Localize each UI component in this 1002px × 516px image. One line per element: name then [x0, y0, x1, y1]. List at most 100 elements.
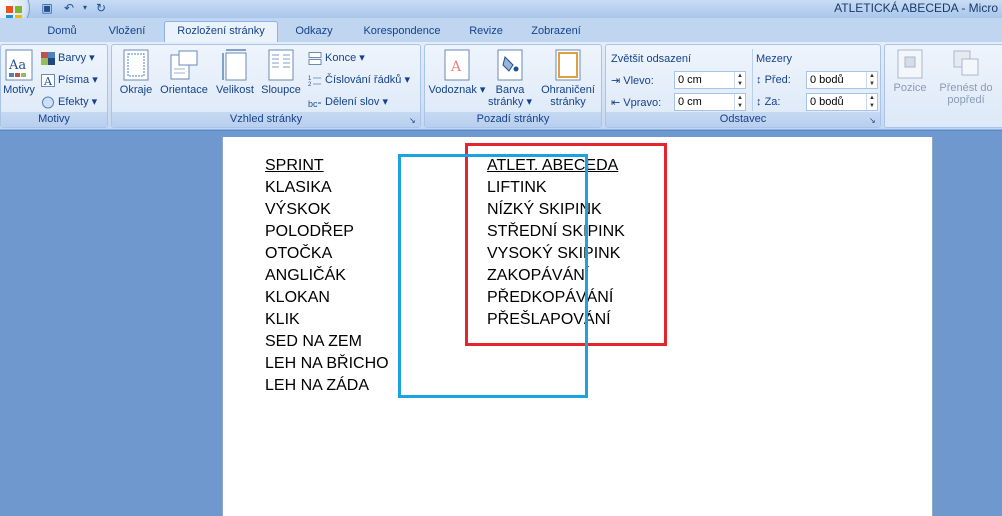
list-item: LEH NA ZÁDA	[265, 377, 370, 394]
line-numbers-button[interactable]: 1 2 Číslování řádků ▾	[308, 73, 410, 87]
spacing-after-icon: ↕	[756, 96, 762, 108]
page-color-button[interactable]: Barva stránky ▾	[485, 49, 535, 108]
spacing-before-spinner-icon[interactable]: ▲ ▼	[866, 72, 877, 88]
page-borders-button[interactable]: Ohraničení stránky	[535, 49, 601, 108]
size-icon	[222, 49, 247, 81]
page-setup-launcher-icon[interactable]: ↘	[409, 116, 418, 125]
list-item: SED NA ZEM	[265, 333, 362, 350]
ribbon-tabs: Domů Vložení Rozložení stránky Odkazy Ko…	[0, 18, 1002, 43]
list-item: ANGLIČÁK	[265, 267, 346, 284]
spacing-heading: Mezery	[756, 53, 793, 65]
paragraph-launcher-icon[interactable]: ↘	[869, 116, 878, 125]
indent-left-label: ⇥ Vlevo:	[611, 74, 654, 87]
svg-text:A: A	[450, 59, 462, 75]
hyphenation-button[interactable]: bc Dělení slov ▾	[308, 95, 388, 109]
fonts-label: Písma	[58, 74, 90, 86]
indent-left-input[interactable]: 0 cm ▲ ▼	[674, 71, 746, 89]
spacing-before-icon: ↕	[756, 74, 762, 86]
line-numbers-icon: 12	[308, 76, 321, 87]
page-borders-icon	[555, 49, 581, 81]
undo-icon[interactable]: ↶	[62, 1, 76, 15]
effects-icon	[42, 96, 54, 109]
bring-front-label-1: Přenést do	[939, 82, 993, 94]
indent-right-spinner-icon[interactable]: ▲ ▼	[734, 94, 745, 110]
line-numbers-label: Číslování řádků	[325, 74, 402, 86]
bring-front-label-2: popředí	[947, 94, 985, 106]
indent-right-icon: ⇤	[611, 97, 621, 109]
watermark-button[interactable]: A Vodoznak ▾	[427, 49, 487, 96]
watermark-icon: A	[444, 49, 470, 81]
page-borders-label-2: stránky	[550, 96, 586, 108]
list-item: KLOKAN	[265, 289, 330, 306]
margins-button[interactable]: Okraje	[116, 49, 156, 96]
group-label-odstavec: Odstavec	[606, 112, 880, 127]
page-color-label-1: Barva	[495, 84, 525, 96]
window-title: ATLETICKÁ ABECEDA - Micro	[834, 1, 998, 15]
svg-text:2: 2	[308, 82, 312, 87]
spacing-after-spinner-icon[interactable]: ▲ ▼	[866, 94, 877, 110]
columns-button[interactable]: Sloupce	[258, 49, 304, 96]
spacing-before-value: 0 bodů	[810, 74, 844, 86]
ribbon: Aa Motivy Barvy ▾ A Písma ▾ Efekty ▾ Moti…	[0, 42, 1002, 130]
spacing-after-value: 0 bodů	[810, 96, 844, 108]
tab-revize[interactable]: Revize	[462, 22, 510, 42]
margins-icon	[123, 49, 149, 81]
group-label-motivy: Motivy	[1, 112, 107, 127]
effects-label: Efekty	[58, 96, 89, 108]
tab-zobrazeni[interactable]: Zobrazení	[520, 22, 592, 42]
group-pozadi-stranky: A Vodoznak ▾ Barva stránky ▾ Ohraničení …	[424, 44, 602, 128]
orientation-label: Orientace	[160, 84, 208, 96]
left-column-heading: SPRINT	[265, 157, 324, 174]
page-color-icon	[497, 49, 523, 81]
tab-vlozeni[interactable]: Vložení	[98, 22, 156, 42]
blue-rectangle-shape[interactable]	[398, 154, 588, 398]
spacing-before-text: Před:	[764, 74, 791, 86]
group-motivy: Aa Motivy Barvy ▾ A Písma ▾ Efekty ▾ Moti…	[0, 44, 108, 128]
indent-right-label: ⇤ Vpravo:	[611, 96, 661, 109]
indent-heading: Zvětšit odsazení	[611, 53, 692, 65]
spacing-before-input[interactable]: 0 bodů ▲ ▼	[806, 71, 878, 89]
position-button[interactable]: Pozice	[887, 49, 933, 94]
left-column: SPRINT KLASIKA VÝSKOK POLODŘEP OTOČKA AN…	[265, 155, 389, 397]
size-button[interactable]: Velikost	[212, 49, 258, 96]
breaks-icon	[308, 51, 322, 65]
tab-odkazy[interactable]: Odkazy	[286, 22, 342, 42]
indent-right-input[interactable]: 0 cm ▲ ▼	[674, 93, 746, 111]
orientation-button[interactable]: Orientace	[158, 49, 210, 96]
hyphenation-icon: bc	[308, 99, 321, 109]
page-color-label-2: stránky	[487, 96, 524, 108]
columns-label: Sloupce	[261, 84, 301, 96]
list-item: KLIK	[265, 311, 300, 328]
indent-left-icon: ⇥	[611, 75, 621, 87]
indent-right-value: 0 cm	[678, 96, 702, 108]
tab-domu[interactable]: Domů	[40, 22, 84, 42]
position-icon	[897, 49, 923, 79]
spacing-after-input[interactable]: 0 bodů ▲ ▼	[806, 93, 878, 111]
save-icon[interactable]: ▣	[40, 1, 54, 15]
indent-left-text: Vlevo:	[623, 75, 654, 87]
redo-icon[interactable]: ↻	[94, 1, 108, 15]
position-label: Pozice	[893, 82, 927, 94]
colors-label: Barvy	[58, 52, 87, 64]
fonts-button[interactable]: A Písma ▾	[41, 73, 98, 87]
margins-label: Okraje	[119, 84, 153, 96]
effects-button[interactable]: Efekty ▾	[41, 95, 97, 109]
group-label-vzhled: Vzhled stránky	[112, 112, 420, 127]
group-divider	[752, 49, 753, 111]
undo-dropdown-icon[interactable]: ▾	[78, 1, 92, 15]
breaks-button[interactable]: Konce ▾	[308, 51, 365, 65]
svg-text:Aa: Aa	[8, 58, 26, 73]
themes-button[interactable]: Aa Motivy	[1, 49, 37, 96]
list-item: VÝSKOK	[265, 201, 331, 218]
group-label-pozadi: Pozadí stránky	[425, 112, 601, 127]
watermark-label: Vodoznak	[428, 84, 477, 96]
bring-front-icon	[953, 50, 979, 76]
tab-korespondence[interactable]: Korespondence	[352, 22, 452, 42]
bring-front-button[interactable]: Přenést do popředí	[933, 49, 999, 106]
list-item: KLASIKA	[265, 179, 332, 196]
list-item: OTOČKA	[265, 245, 333, 262]
tab-rozlozeni-stranky[interactable]: Rozložení stránky	[164, 21, 278, 43]
indent-left-spinner-icon[interactable]: ▲ ▼	[734, 72, 745, 88]
indent-left-value: 0 cm	[678, 74, 702, 86]
colors-button[interactable]: Barvy ▾	[41, 51, 95, 65]
